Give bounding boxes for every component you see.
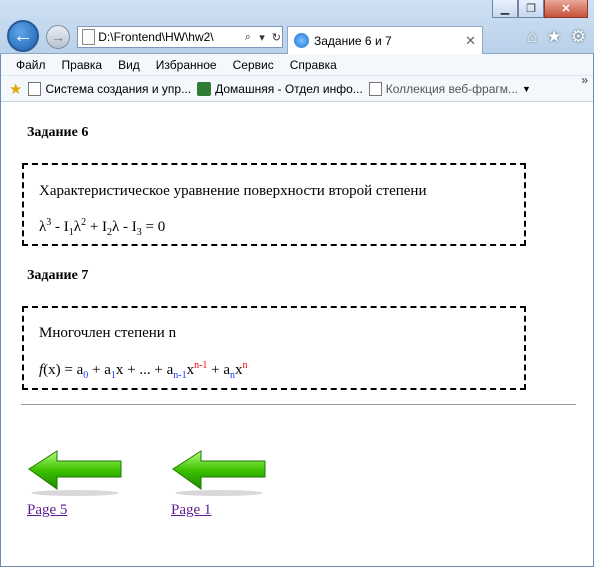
task6-equation: λ3 - I1λ2 + I2λ - I3 = 0 <box>39 217 166 238</box>
window-controls: ▁ ❐ ✕ <box>492 0 588 18</box>
task6-box: Характеристическое уравнение поверхности… <box>22 163 526 246</box>
close-button[interactable]: ✕ <box>544 0 588 18</box>
back-button[interactable]: ← <box>7 20 39 52</box>
back-arrow-icon: ← <box>13 24 33 47</box>
menu-bar: Файл Правка Вид Избранное Сервис Справка <box>1 54 593 76</box>
address-bar[interactable]: D:\Frontend\HW\hw2\ ⌕ ▾ ↻ <box>77 26 283 48</box>
page5-link[interactable]: Page 5 <box>27 502 67 519</box>
favorites-star-icon[interactable]: ★ <box>9 80 22 98</box>
favorite-item[interactable]: Система создания и упр... <box>28 81 192 96</box>
browser-chrome: ▁ ❐ ✕ ← → D:\Frontend\HW\hw2\ ⌕ ▾ ↻ Зада… <box>0 0 594 54</box>
favorites-bar: ★ Система создания и упр... Домашняя - О… <box>1 76 593 102</box>
page-icon <box>368 81 382 96</box>
task7-heading: Задание 7 <box>27 268 89 283</box>
star-icon[interactable]: ★ <box>547 27 562 47</box>
forward-arrow-icon: → <box>51 29 65 45</box>
menu-favorites[interactable]: Избранное <box>148 58 225 72</box>
toolbar-icons: ⌂ ★ ⚙ <box>527 27 586 47</box>
search-icon[interactable]: ⌕ <box>242 31 253 44</box>
menu-view[interactable]: Вид <box>110 58 148 72</box>
minimize-button[interactable]: ▁ <box>492 0 518 18</box>
tab-active[interactable]: Задание 6 и 7 ✕ <box>287 26 483 54</box>
close-tab-icon[interactable]: ✕ <box>465 33 476 49</box>
page1-link[interactable]: Page 1 <box>171 502 211 519</box>
task6-text: Характеристическое уравнение поверхности… <box>39 183 427 199</box>
site-icon <box>197 81 212 96</box>
favorite-label: Коллекция веб-фрагм... <box>385 81 519 96</box>
left-arrow-icon[interactable] <box>27 449 123 499</box>
favorite-item[interactable]: Коллекция веб-фрагм... ▼ <box>368 81 531 96</box>
menu-file[interactable]: Файл <box>8 58 54 72</box>
page-content: Задание 6 Характеристическое уравнение п… <box>1 103 593 566</box>
task7-polynomial: f(x) = a0 + a1x + ... + an-1xn-1 + anxn <box>39 360 248 381</box>
task7-text: Многочлен степени n <box>39 325 177 341</box>
address-text[interactable]: D:\Frontend\HW\hw2\ <box>98 30 239 44</box>
forward-button[interactable]: → <box>46 25 70 49</box>
divider <box>21 404 576 405</box>
chevron-down-icon[interactable]: ▼ <box>522 84 531 94</box>
favorite-label: Домашняя - Отдел инфо... <box>215 81 363 96</box>
page-icon <box>28 81 42 96</box>
favorite-label: Система создания и упр... <box>45 81 192 96</box>
ie-icon <box>294 33 309 48</box>
menu-tools[interactable]: Сервис <box>225 58 282 72</box>
dropdown-icon[interactable]: ▾ <box>256 31 267 44</box>
task6-heading: Задание 6 <box>27 125 89 140</box>
chevron-more-icon[interactable]: » <box>581 73 588 87</box>
gear-icon[interactable]: ⚙ <box>571 27 586 47</box>
menu-help[interactable]: Справка <box>282 58 345 72</box>
menu-edit[interactable]: Правка <box>54 58 111 72</box>
left-arrow-icon[interactable] <box>171 449 267 499</box>
tab-title: Задание 6 и 7 <box>314 33 392 48</box>
refresh-icon[interactable]: ↻ <box>271 31 282 44</box>
task7-box: Многочлен степени n f(x) = a0 + a1x + ..… <box>22 306 526 390</box>
restore-button[interactable]: ❐ <box>518 0 544 18</box>
favorite-item[interactable]: Домашняя - Отдел инфо... <box>197 81 363 96</box>
home-icon[interactable]: ⌂ <box>527 27 537 47</box>
page-icon <box>82 29 96 45</box>
